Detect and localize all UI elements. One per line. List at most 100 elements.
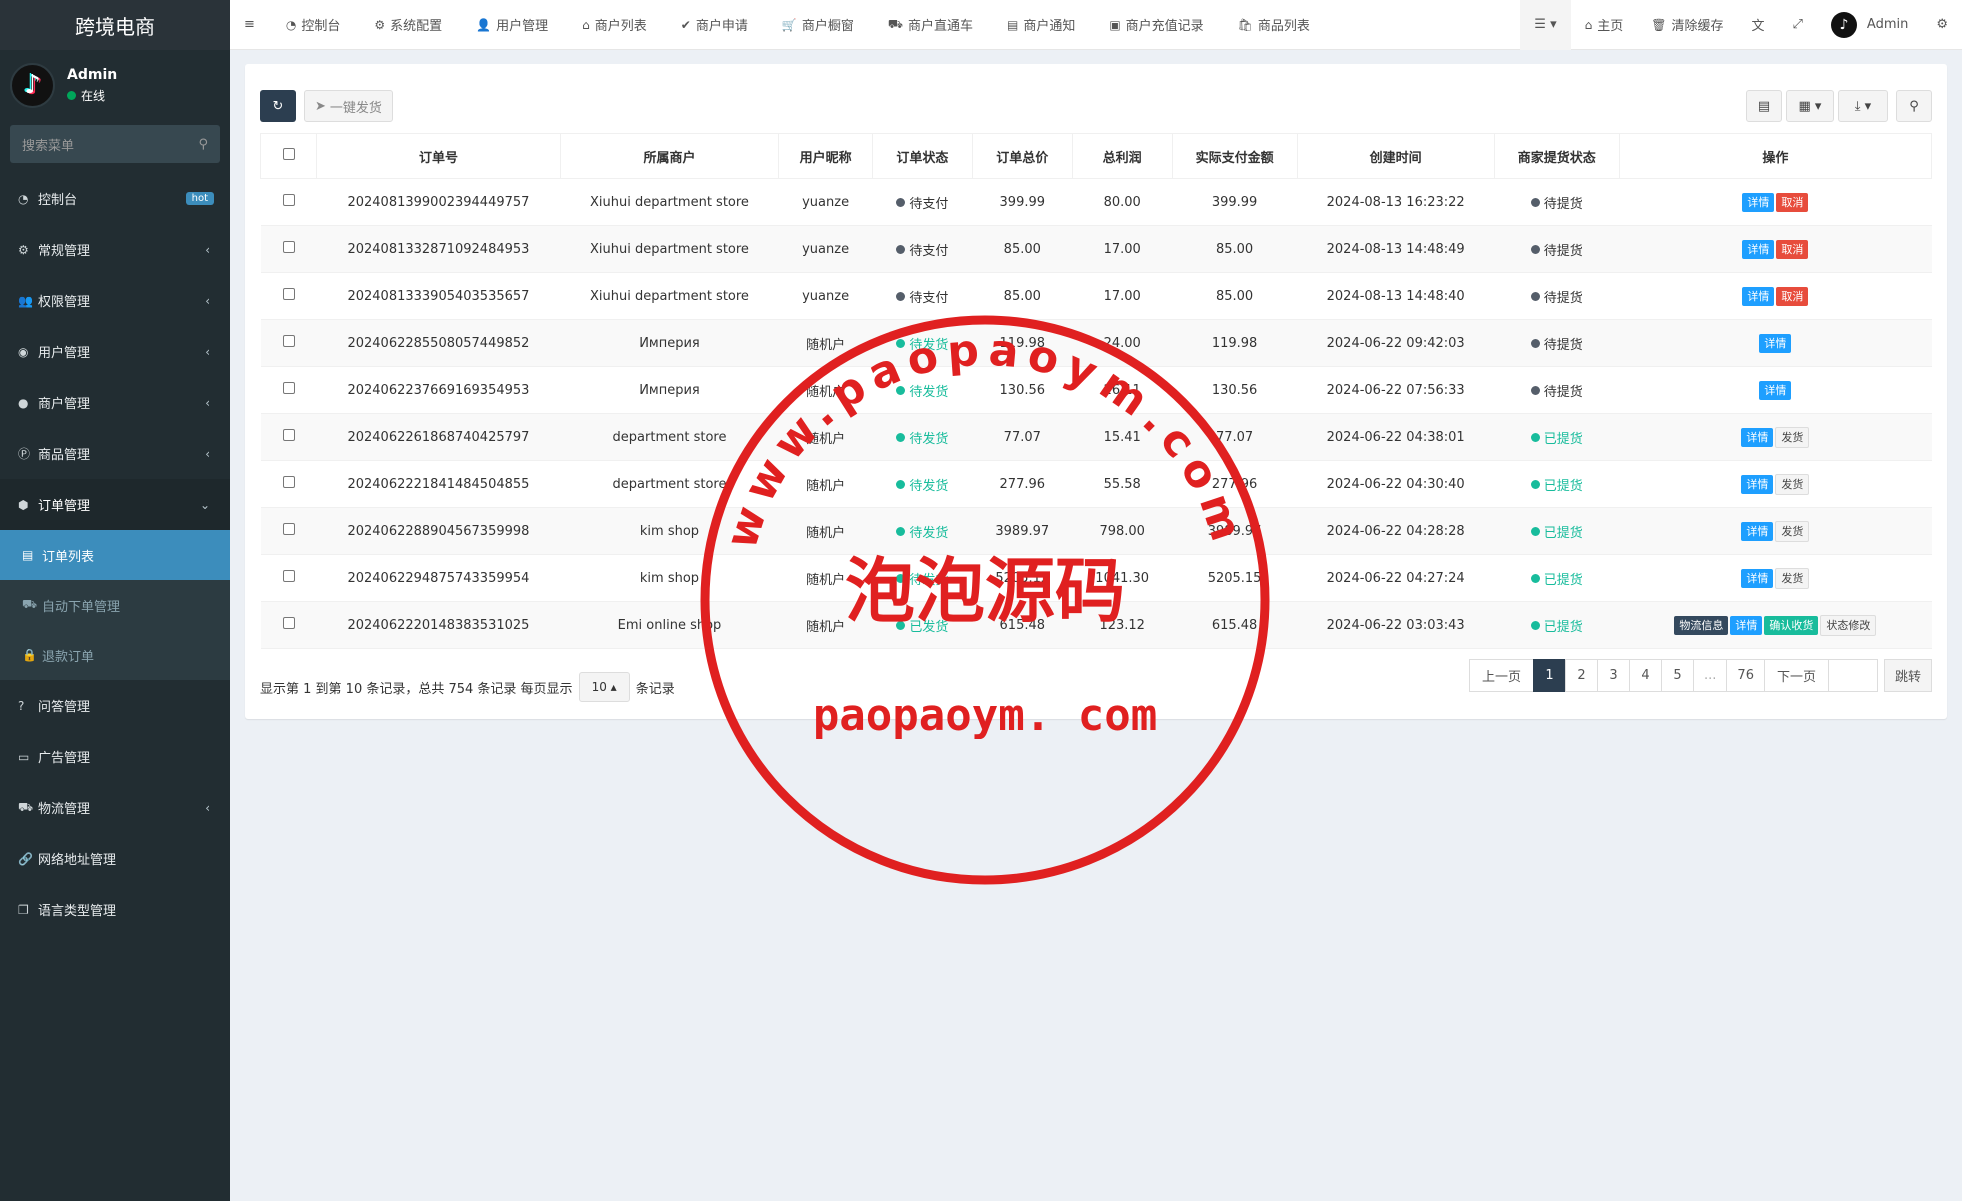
sidebar-subitem-2[interactable]: 🔒 退款订单: [0, 630, 230, 680]
row-checkbox[interactable]: [282, 429, 295, 441]
goto-page-input[interactable]: [1827, 659, 1878, 692]
top-tab-7[interactable]: ▤ 商户通知: [990, 0, 1092, 50]
home-link[interactable]: ⌂ 主页: [1571, 0, 1638, 50]
page-link[interactable]: 下一页: [1763, 659, 1829, 692]
top-tab-3[interactable]: ⌂ 商户列表: [565, 0, 664, 50]
column-header[interactable]: 订单号: [316, 133, 561, 179]
columns-dropdown-button[interactable]: ▦ ▾: [1786, 90, 1834, 122]
action-button[interactable]: 详情: [1741, 521, 1774, 541]
action-button[interactable]: 发货: [1775, 567, 1810, 589]
action-button[interactable]: 取消: [1776, 286, 1809, 306]
clear-cache-button[interactable]: 🗑 清除缓存: [1637, 0, 1737, 50]
sidebar-item-product-hunt[interactable]: Ⓟ 商品管理 ‹: [0, 428, 230, 479]
action-button[interactable]: 详情: [1741, 568, 1774, 588]
action-button[interactable]: 详情: [1759, 333, 1792, 353]
page-link[interactable]: 1: [1533, 659, 1567, 692]
action-button[interactable]: 详情: [1730, 615, 1763, 635]
table-row[interactable]: 2024062221841484504855 department store 随机…: [260, 460, 1932, 508]
column-header[interactable]: 订单状态: [871, 133, 973, 179]
top-tab-1[interactable]: ⚙ 系统配置: [357, 0, 459, 50]
column-header[interactable]: 所属商户: [559, 133, 780, 179]
sidebar-item-truck[interactable]: ⛟ 物流管理 ‹: [0, 782, 230, 833]
page-link[interactable]: 4: [1629, 659, 1663, 692]
action-button[interactable]: 详情: [1742, 286, 1775, 306]
top-tab-8[interactable]: ▣ 商户充值记录: [1092, 0, 1220, 50]
ship-all-button[interactable]: ➤ 一键发货: [304, 90, 393, 122]
table-row[interactable]: 2024081333905403535657 Xiuhui department …: [260, 272, 1932, 320]
sidebar-item-cogs[interactable]: ⚙ 常规管理 ‹: [0, 224, 230, 275]
search-icon[interactable]: ⚲: [198, 137, 208, 152]
row-checkbox[interactable]: [282, 194, 295, 206]
action-button[interactable]: 状态修改: [1820, 614, 1877, 636]
action-button[interactable]: 确认收货: [1764, 615, 1819, 635]
table-row[interactable]: 2024062237669169354953 Империя 随机户 待发货 130.5…: [260, 366, 1932, 414]
table-row[interactable]: 2024062220148383531025 Emi online shop 随机户…: [260, 601, 1932, 649]
row-checkbox[interactable]: [282, 570, 295, 582]
page-link[interactable]: ...: [1693, 659, 1728, 692]
top-tab-2[interactable]: 👤 用户管理: [459, 0, 565, 50]
top-tab-5[interactable]: 🛒 商户橱窗: [765, 0, 871, 50]
sidebar-subitem-1[interactable]: ⛟ 自动下单管理: [0, 580, 230, 630]
action-button[interactable]: 发货: [1775, 473, 1810, 495]
select-all-checkbox[interactable]: [282, 148, 295, 160]
column-header[interactable]: 创建时间: [1296, 133, 1495, 179]
sidebar-item-user-circle[interactable]: ◉ 用户管理 ‹: [0, 326, 230, 377]
row-checkbox[interactable]: [282, 476, 295, 488]
row-checkbox[interactable]: [282, 617, 295, 629]
page-link[interactable]: 上一页: [1469, 659, 1535, 692]
top-tab-0[interactable]: ◔ 控制台: [269, 0, 358, 50]
column-header[interactable]: 用户昵称: [778, 133, 873, 179]
sidebar-item-credit-card[interactable]: ▭ 广告管理: [0, 731, 230, 782]
row-checkbox[interactable]: [282, 523, 295, 535]
language-icon[interactable]: 文: [1737, 0, 1778, 50]
table-row[interactable]: 2024062285508057449852 Империя 随机户 待发货 119.9…: [260, 319, 1932, 367]
page-link[interactable]: 5: [1661, 659, 1695, 692]
brand-logo[interactable]: 跨境电商: [0, 0, 230, 50]
refresh-button[interactable]: ↻: [260, 90, 296, 122]
action-button[interactable]: 详情: [1742, 192, 1775, 212]
sidebar-item-question-circle[interactable]: ? 问答管理: [0, 680, 230, 731]
menu-search-input[interactable]: 搜索菜单 ⚲: [10, 125, 220, 163]
sidebar-subitem-0[interactable]: ▤ 订单列表: [0, 530, 230, 580]
multi-nav-toggle[interactable]: ☰ ▾: [1520, 0, 1571, 50]
page-size-select[interactable]: 10 ▴: [578, 672, 630, 702]
action-button[interactable]: 发货: [1775, 426, 1810, 448]
column-header[interactable]: 操作: [1618, 133, 1933, 179]
page-link[interactable]: 76: [1726, 659, 1765, 692]
fullscreen-icon[interactable]: ⤢: [1779, 0, 1817, 50]
sidebar-item-copy[interactable]: ❐ 语言类型管理: [0, 884, 230, 935]
sidebar-item-apple[interactable]: ● 商户管理 ‹: [0, 377, 230, 428]
table-row[interactable]: 2024062288904567359998 kim shop 随机户 待发货 3989…: [260, 507, 1932, 555]
top-tab-6[interactable]: ⛟ 商户直通车: [871, 0, 990, 50]
action-button[interactable]: 取消: [1776, 192, 1809, 212]
search-toggle-button[interactable]: ⚲: [1896, 90, 1932, 122]
sidebar-toggle-icon[interactable]: ≡: [230, 0, 269, 50]
toggle-view-button[interactable]: ▤: [1746, 90, 1782, 122]
action-button[interactable]: 详情: [1742, 239, 1775, 259]
row-checkbox[interactable]: [282, 288, 295, 300]
row-checkbox[interactable]: [282, 241, 295, 253]
page-link[interactable]: 3: [1597, 659, 1631, 692]
action-button[interactable]: 详情: [1741, 427, 1774, 447]
export-dropdown-button[interactable]: ⤓ ▾: [1838, 90, 1888, 122]
action-button[interactable]: 详情: [1759, 380, 1792, 400]
table-row[interactable]: 2024081332871092484953 Xiuhui department …: [260, 225, 1932, 273]
column-header[interactable]: 总利润: [1071, 133, 1173, 179]
table-row[interactable]: 2024081399002394449757 Xiuhui department …: [260, 178, 1932, 226]
admin-menu[interactable]: ♪ Admin: [1817, 0, 1922, 50]
sidebar-item-dashboard[interactable]: ◔ 控制台 hot: [0, 173, 230, 224]
table-row[interactable]: 2024062261868740425797 department store 随机…: [260, 413, 1932, 461]
column-header[interactable]: 订单总价: [971, 133, 1073, 179]
sidebar-item-link[interactable]: 🔗 网络地址管理: [0, 833, 230, 884]
top-tab-9[interactable]: 🛍 商品列表: [1221, 0, 1327, 50]
action-button[interactable]: 发货: [1775, 520, 1810, 542]
action-button[interactable]: 物流信息: [1674, 615, 1729, 635]
action-button[interactable]: 取消: [1776, 239, 1809, 259]
column-header[interactable]: 实际支付金额: [1171, 133, 1298, 179]
column-header[interactable]: 商家提货状态: [1493, 133, 1620, 179]
row-checkbox[interactable]: [282, 382, 295, 394]
top-tab-4[interactable]: ✔ 商户申请: [664, 0, 765, 50]
settings-gear-icon[interactable]: ⚙: [1922, 0, 1962, 50]
sidebar-item-cube[interactable]: ⬢ 订单管理 ⌄: [0, 479, 230, 530]
row-checkbox[interactable]: [282, 335, 295, 347]
